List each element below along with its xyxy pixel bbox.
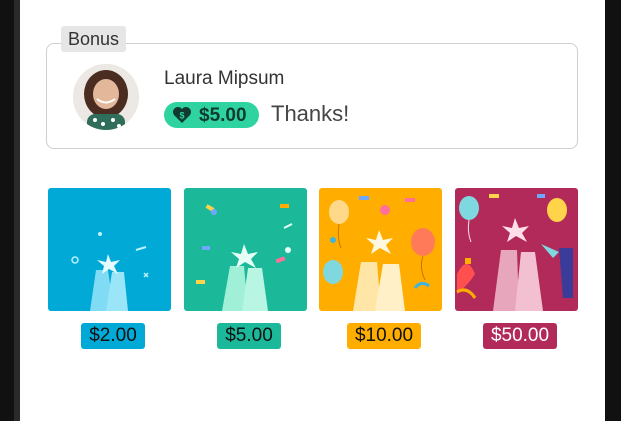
svg-text:$: $	[179, 111, 184, 121]
tip-option-1[interactable]	[48, 188, 171, 311]
avatar	[73, 64, 139, 130]
celebration-illustration	[71, 232, 149, 311]
bonus-amount-badge: $ $5.00	[164, 102, 259, 128]
device-frame-right	[605, 0, 621, 421]
tip-price-3[interactable]: $10.00	[347, 323, 421, 349]
bonus-label: Bonus	[61, 26, 127, 52]
tip-option-2[interactable]	[184, 188, 307, 311]
tip-option-4[interactable]	[455, 188, 578, 311]
tip-price-1[interactable]: $2.00	[81, 323, 145, 349]
app-screen: Bonus Laura Mipsum $ $5.00 Thanks! $2.00…	[20, 0, 605, 421]
celebration-illustration	[196, 204, 293, 311]
user-name: Laura Mipsum	[164, 68, 285, 89]
heart-dollar-icon: $	[172, 105, 192, 125]
bonus-amount: $5.00	[199, 105, 247, 126]
tip-option-3[interactable]	[319, 188, 442, 311]
celebration-illustration	[456, 194, 573, 311]
tip-price-2[interactable]: $5.00	[217, 323, 281, 349]
celebration-illustration	[323, 196, 435, 311]
tip-price-4[interactable]: $50.00	[483, 323, 557, 349]
avatar-photo	[73, 64, 139, 130]
bonus-message: Thanks!	[271, 101, 350, 126]
